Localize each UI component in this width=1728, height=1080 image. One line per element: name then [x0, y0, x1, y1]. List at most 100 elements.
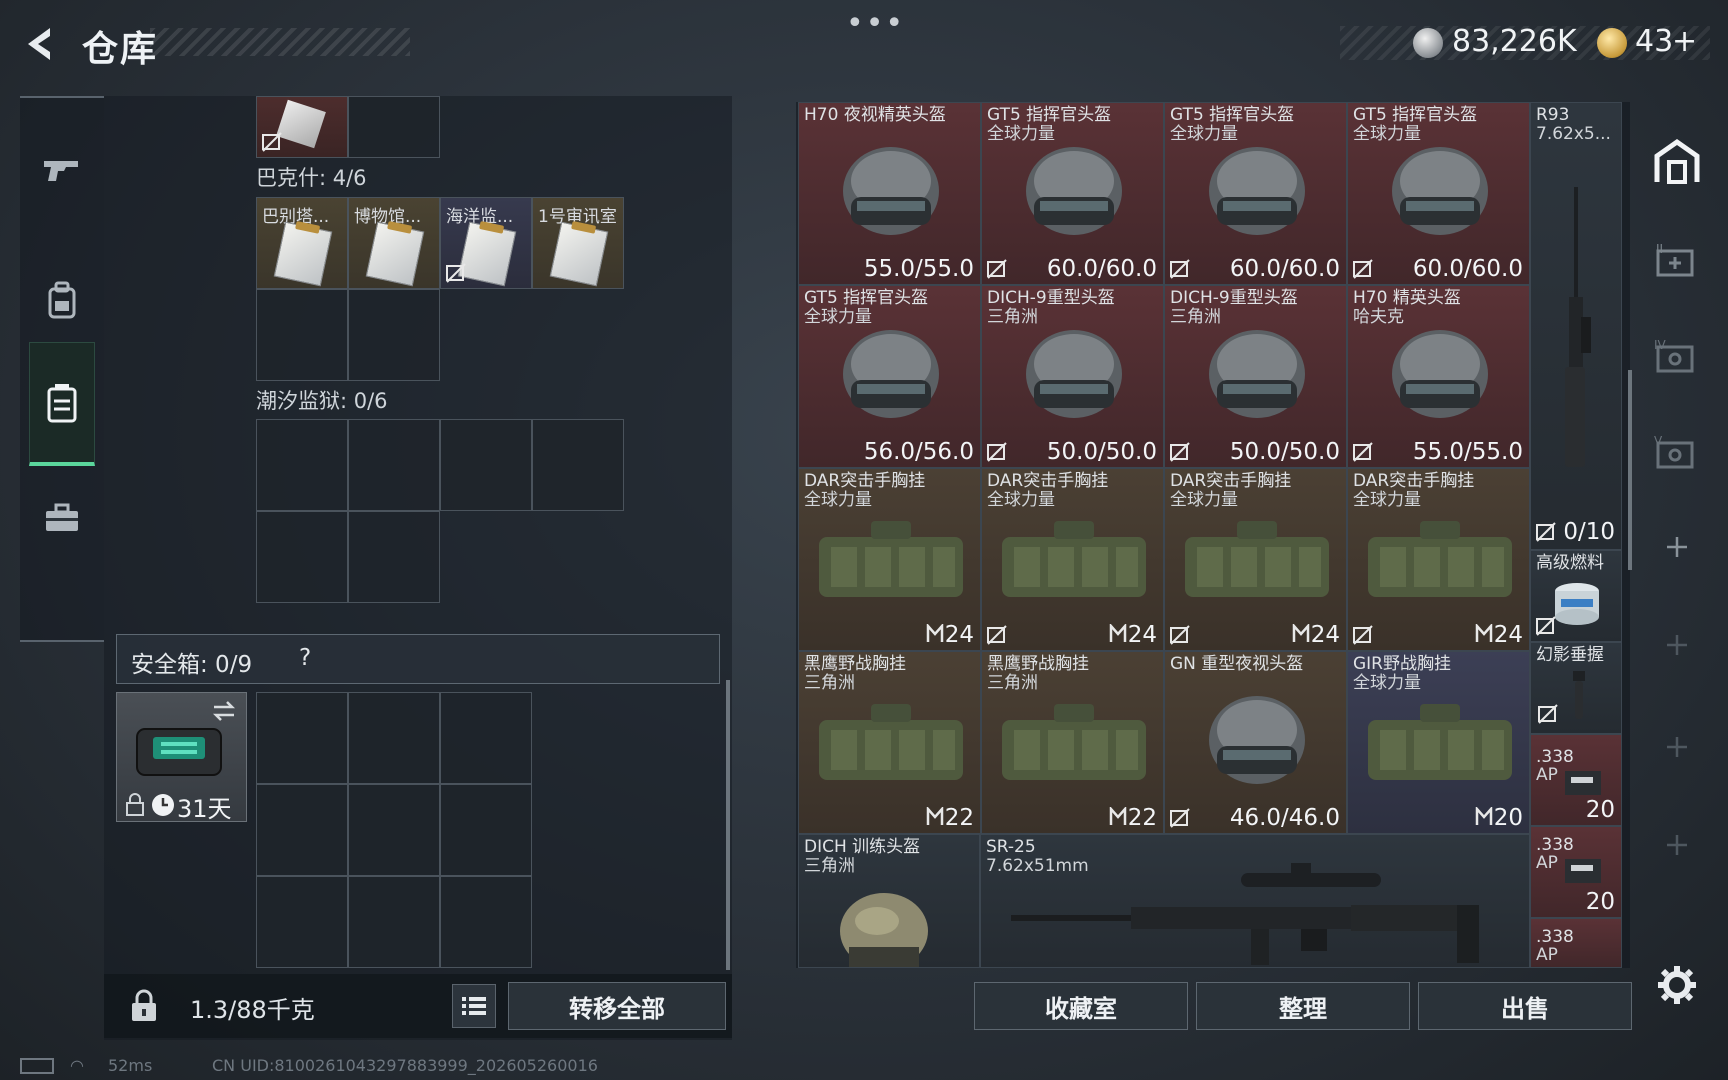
item-durability: 50.0/50.0 [1229, 439, 1340, 465]
plus-icon [1667, 835, 1687, 855]
r93-rifle-item[interactable]: R93 7.62x5... 0/10 [1530, 102, 1622, 550]
warehouse-2-button[interactable]: II [1648, 232, 1706, 290]
inventory-scrollbar[interactable] [1628, 370, 1632, 570]
helmet-icon [1026, 330, 1122, 418]
phantom-grip-item[interactable]: 幻影垂握 [1530, 642, 1622, 734]
fuel-item[interactable]: 高级燃料 [1530, 550, 1622, 642]
add-slot-button[interactable] [1648, 816, 1706, 874]
safebox-cell[interactable] [256, 692, 348, 784]
inventory-item[interactable]: DAR突击手胸挂 全球力量 24 [981, 468, 1164, 651]
warehouse-4-button[interactable]: IV [1648, 328, 1706, 386]
inventory-item[interactable]: DICH-9重型头盔 三角洲 50.0/50.0 [1164, 285, 1347, 468]
document-item[interactable]: 博物馆... [348, 197, 440, 289]
no-sell-icon [446, 263, 466, 283]
container-cell[interactable] [348, 419, 440, 511]
inventory-item[interactable]: GN 重型夜视头盔 46.0/46.0 [1164, 651, 1347, 834]
gold-coin-icon [1597, 28, 1627, 58]
dich-training-helmet-item[interactable]: DICH 训练头盔 三角洲 [798, 834, 980, 968]
sell-button[interactable]: 出售 [1418, 982, 1632, 1030]
lock-icon [126, 793, 144, 816]
container-cell[interactable] [348, 96, 440, 158]
item-capacity: 24 [944, 622, 974, 648]
safebox-cell[interactable] [440, 692, 532, 784]
lock-icon [132, 989, 156, 1021]
safebox-cell[interactable] [440, 784, 532, 876]
safebox-case-icon [136, 728, 222, 776]
inventory-item[interactable]: H70 夜视精英头盔 55.0/55.0 [798, 102, 981, 285]
safebox-cell[interactable] [348, 876, 440, 968]
rail-containers-button[interactable] [29, 342, 95, 466]
inventory-item[interactable]: DAR突击手胸挂 全球力量 24 [1347, 468, 1530, 651]
inventory-item[interactable]: 黑鹰野战胸挂 三角洲 22 [981, 651, 1164, 834]
item-durability: 60.0/60.0 [1229, 256, 1340, 282]
container-cell[interactable] [256, 96, 348, 158]
transfer-all-button[interactable]: 转移全部 [508, 982, 726, 1030]
inventory-item[interactable]: GIR野战胸挂 全球力量 20 [1347, 651, 1530, 834]
safebox-item[interactable]: 31天 [116, 692, 247, 823]
ammo-338-ap-item[interactable]: .338 AP 20 [1530, 826, 1622, 918]
inventory-item[interactable]: 黑鹰野战胸挂 三角洲 22 [798, 651, 981, 834]
organize-button[interactable]: 整理 [1196, 982, 1410, 1030]
add-slot-button[interactable] [1648, 718, 1706, 776]
helmet-icon [843, 330, 939, 418]
settings-button[interactable] [1648, 956, 1706, 1014]
inventory-item[interactable]: H70 精英头盔 哈夫克 55.0/55.0 [1347, 285, 1530, 468]
inventory-item[interactable]: DAR突击手胸挂 全球力量 24 [1164, 468, 1347, 651]
document-item[interactable]: 1号审讯室 [532, 197, 624, 289]
inventory-item[interactable]: GT5 指挥官头盔 全球力量 60.0/60.0 [1164, 102, 1347, 285]
collection-room-button[interactable]: 收藏室 [974, 982, 1188, 1030]
left-panel-scrollbar[interactable] [726, 680, 730, 970]
back-arrow-icon [28, 28, 50, 60]
add-slot-button[interactable] [1648, 518, 1706, 576]
warehouse-tab-button[interactable] [1648, 132, 1706, 190]
inventory-item[interactable]: DICH-9重型头盔 三角洲 50.0/50.0 [981, 285, 1164, 468]
safebox-cell[interactable] [256, 784, 348, 876]
add-gold-button[interactable]: + [1672, 24, 1697, 59]
item-subtitle: AP [1536, 853, 1558, 873]
item-name: GT5 指挥官头盔 [1170, 105, 1295, 125]
item-name: GT5 指挥官头盔 [987, 105, 1112, 125]
item-durability: 55.0/55.0 [1412, 439, 1523, 465]
uid-text: CN UID:8100261043297883999_202605260016 [212, 1056, 598, 1075]
safebox-cell[interactable] [348, 784, 440, 876]
container-cell[interactable] [256, 289, 348, 381]
inventory-item[interactable]: GT5 指挥官头盔 全球力量 60.0/60.0 [1347, 102, 1530, 285]
container-cell[interactable] [348, 511, 440, 603]
inventory-item[interactable]: DAR突击手胸挂 全球力量 24 [798, 468, 981, 651]
warehouse-5-button[interactable]: V [1648, 424, 1706, 482]
safebox-cell[interactable] [440, 876, 532, 968]
safebox-cell[interactable] [256, 876, 348, 968]
no-sell-icon [1536, 522, 1556, 542]
back-button[interactable] [18, 22, 62, 66]
sr25-rifle-item[interactable]: SR-25 7.62x51mm [980, 834, 1530, 968]
more-menu-button[interactable]: ••• [846, 6, 905, 41]
container-cell[interactable] [348, 289, 440, 381]
page-title: 仓库 [82, 29, 159, 70]
document-item[interactable]: 巴别塔... [256, 197, 348, 289]
ammo-338-ap-item[interactable]: .338 AP [1530, 918, 1622, 968]
no-sell-icon [987, 259, 1007, 279]
container-cell[interactable] [440, 419, 532, 511]
safebox-help-button[interactable]: ? [299, 645, 311, 671]
right-rail: II IV V [1644, 104, 1710, 1004]
add-slot-button[interactable] [1648, 616, 1706, 674]
item-durability: 56.0/56.0 [863, 439, 974, 465]
rail-toolbox-button[interactable] [30, 486, 94, 550]
inventory-item[interactable]: GT5 指挥官头盔 全球力量 60.0/60.0 [981, 102, 1164, 285]
item-subtitle: 全球力量 [987, 124, 1055, 144]
item-name: DAR突击手胸挂 [804, 471, 926, 491]
rail-weapons-button[interactable] [30, 138, 94, 202]
ammo-338-ap-item[interactable]: .338 AP 20 [1530, 734, 1622, 826]
document-icon [549, 221, 609, 287]
safebox-cell[interactable] [348, 692, 440, 784]
rail-backpack-button[interactable] [30, 268, 94, 332]
inventory-item[interactable]: GT5 指挥官头盔 全球力量 56.0/56.0 [798, 285, 981, 468]
container-cell[interactable] [256, 419, 348, 511]
item-name: GIR野战胸挂 [1353, 654, 1451, 674]
container-cell[interactable] [532, 419, 624, 511]
safebox-label: 安全箱: 0/9 [131, 652, 253, 678]
container-cell[interactable] [256, 511, 348, 603]
document-item[interactable]: 海洋监... [440, 197, 532, 289]
lock-button[interactable] [114, 980, 174, 1032]
list-view-button[interactable] [452, 984, 496, 1028]
